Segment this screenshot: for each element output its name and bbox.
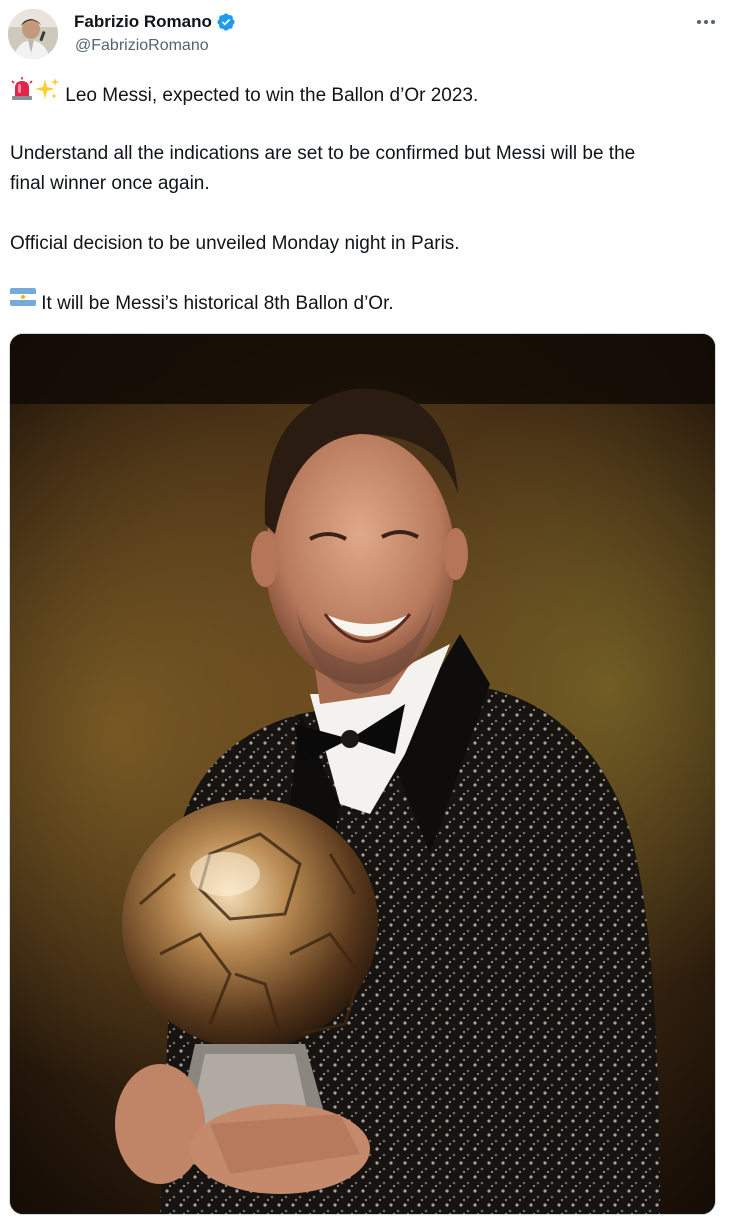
author-name-row[interactable]: Fabrizio Romano xyxy=(74,10,236,34)
author-display-name[interactable]: Fabrizio Romano xyxy=(74,12,212,32)
siren-emoji-icon xyxy=(10,77,34,111)
more-options-icon[interactable] xyxy=(694,12,718,32)
tweet-text-line-5: It will be Messi’s historical 8th Ballon… xyxy=(10,287,722,319)
tweet-text-line-1: Leo Messi, expected to win the Ballon d’… xyxy=(10,77,722,113)
tweet-text-line-3: final winner once again. xyxy=(10,173,210,194)
author-handle[interactable]: @FabrizioRomano xyxy=(75,37,209,55)
sparkles-emoji-icon xyxy=(34,77,60,111)
profile-photo-icon xyxy=(8,9,58,59)
tweet-card: Fabrizio Romano @FabrizioRomano Leo Mess… xyxy=(0,0,730,1230)
avatar[interactable] xyxy=(8,9,58,59)
verified-badge-icon xyxy=(216,12,236,32)
tweet-text-line-4: Official decision to be unveiled Monday … xyxy=(10,233,460,254)
tweet-headline: Leo Messi, expected to win the Ballon d’… xyxy=(65,85,479,107)
tweet-text-line-2: Understand all the indications are set t… xyxy=(10,143,636,164)
tweet-closing-line: It will be Messi’s historical 8th Ballon… xyxy=(41,293,394,315)
argentina-flag-emoji-icon xyxy=(10,287,36,317)
tweet-media-image[interactable] xyxy=(9,333,716,1215)
messi-with-ballon-dor-photo-icon xyxy=(10,334,715,1214)
